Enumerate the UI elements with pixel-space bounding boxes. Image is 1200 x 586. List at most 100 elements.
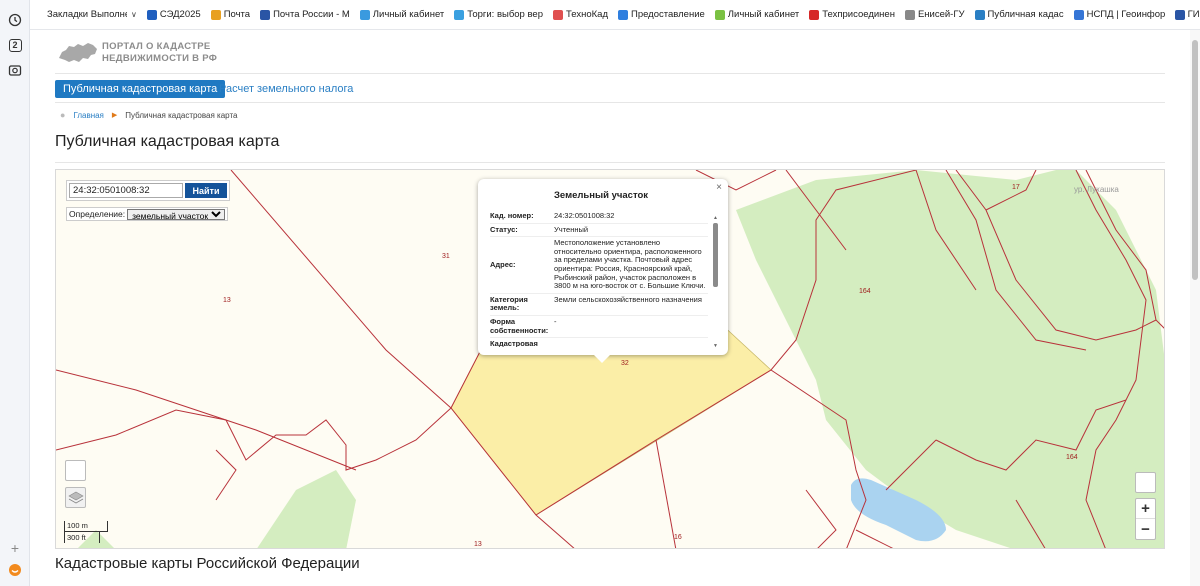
define-select[interactable]: земельный участок (127, 208, 226, 220)
bookmark-favicon-icon (809, 9, 820, 20)
zoom-out-button[interactable]: − (1136, 519, 1155, 539)
parcel-info-popup: Земельный участок × Кад. номер: 24:32:050… (478, 179, 728, 363)
parcel-label: 164 (1066, 454, 1078, 461)
bookmark-item[interactable]: СЭД2025 (142, 0, 206, 29)
bookmark-item[interactable]: Личный кабинет (355, 0, 449, 29)
bookmark-favicon-icon (618, 9, 628, 20)
bookmark-label: НСПД | Геоинфор (1086, 9, 1165, 20)
chevron-down-icon: ∨ (131, 10, 137, 19)
tabs-count-icon[interactable]: 2 (7, 37, 23, 53)
bookmark-item[interactable]: Торги: выбор вер (449, 0, 548, 29)
bookmark-label: Енисей-ГУ (917, 9, 965, 20)
popup-row-value: - (554, 316, 557, 326)
bookmark-favicon-icon (260, 9, 271, 20)
bookmark-label: Техприсоединен (822, 9, 895, 20)
forest-area (736, 170, 1164, 548)
bookmark-item[interactable]: Закладки Выполнен ∨ (42, 0, 142, 29)
parcel-label: 164 (859, 288, 871, 295)
bookmark-item[interactable]: ТехноКад (548, 0, 613, 29)
bookmark-item[interactable]: Почта (206, 0, 255, 29)
bookmark-item[interactable]: Предоставление (613, 0, 710, 29)
breadcrumb-arrow-icon: ▶ (111, 112, 118, 119)
popup-row-key: Кад. номер: (490, 211, 534, 220)
bookmark-item[interactable]: НСПД | Геоинфор (1069, 0, 1170, 29)
divider (55, 73, 1165, 74)
bookmark-label: Закладки Выполнен (47, 9, 127, 20)
screenshot-icon[interactable] (7, 62, 23, 78)
scroll-down-icon[interactable]: ▼ (713, 343, 718, 349)
profile-icon[interactable] (7, 562, 23, 578)
map-tool-button[interactable] (1135, 472, 1156, 493)
parcel-label: 13 (223, 297, 231, 304)
bookmark-item[interactable]: Почта России - М (255, 0, 355, 29)
breadcrumb: ● Главная ▶ Публичная кадастровая карта (60, 110, 237, 120)
popup-row: Форма собственности: - (490, 316, 708, 339)
bookmark-label: ГИСОГД Красноя (1187, 9, 1200, 20)
popup-row: Кад. номер: 24:32:0501008:32 (490, 210, 708, 224)
parcel-label: 17 (1012, 184, 1020, 191)
tab-cadastral-map[interactable]: Публичная кадастровая карта (55, 80, 226, 98)
popup-row-key: Кадастровая (490, 339, 538, 347)
popup-body: Кад. номер: 24:32:0501008:32 Статус: Учтенн… (490, 210, 708, 347)
location-pin-icon: ● (60, 110, 66, 120)
divider (55, 102, 1165, 103)
popup-scrollbar[interactable]: ▲ ▼ (713, 215, 718, 349)
forest-area (257, 470, 356, 548)
street-label: ур. Лукашка (1074, 185, 1119, 194)
bookmark-label: Почта России - М (273, 9, 350, 20)
bookmark-label: Торги: выбор вер (467, 9, 543, 20)
popup-row-value (554, 338, 708, 347)
popup-row: Статус: Учтенный (490, 224, 708, 238)
popup-row: Кадастровая (490, 338, 708, 347)
scrollbar-thumb[interactable] (1192, 40, 1198, 280)
parcel-label: 13 (474, 541, 482, 548)
bookmark-favicon-icon (553, 9, 563, 20)
tab-land-tax[interactable]: Расчет земельного налога (219, 80, 353, 98)
bookmark-favicon-icon (1174, 9, 1185, 20)
bookmark-favicon-icon (359, 9, 370, 20)
cadastral-search-input[interactable] (69, 183, 183, 198)
layers-button[interactable] (65, 487, 86, 508)
bookmark-favicon-icon (714, 9, 725, 20)
popup-row-value: Местоположение установлено относительно … (554, 238, 706, 291)
zoom-in-button[interactable]: + (1136, 499, 1155, 519)
parcel-label: 31 (442, 253, 450, 260)
add-panel-icon[interactable]: + (7, 540, 23, 556)
bookmark-item[interactable]: Личный кабинет (710, 0, 804, 29)
breadcrumb-home-link[interactable]: Главная (73, 111, 103, 120)
popup-row-value: 24:32:0501008:32 (554, 211, 615, 220)
popup-title: Земельный участок (553, 190, 649, 201)
popup-row-key: Адрес: (490, 259, 516, 269)
cadastral-map[interactable]: 31 13 17 164 164 32 13 16 ур. Лукашка На… (55, 169, 1165, 549)
define-panel: Определение: земельный участок (66, 207, 229, 221)
close-icon[interactable]: × (716, 182, 722, 193)
popup-row-key: Категория земель: (490, 294, 528, 313)
bookmark-item[interactable]: Техприсоединен (804, 0, 900, 29)
bookmark-label: Личный кабинет (372, 9, 445, 20)
bookmark-favicon-icon (1073, 9, 1084, 20)
fullscreen-button[interactable] (65, 460, 86, 481)
popup-row-key: Статус: (490, 224, 518, 234)
scroll-up-icon[interactable]: ▲ (713, 215, 718, 221)
bookmark-label: СЭД2025 (159, 9, 201, 20)
scale-feet: 300 ft (64, 532, 100, 543)
site-logo[interactable]: ПОРТАЛ О КАДАСТРЕ НЕДВИЖИМОСТИ В РФ (57, 40, 217, 66)
history-icon[interactable] (7, 12, 23, 28)
bookmark-item[interactable]: Енисей-ГУ (900, 0, 970, 29)
bookmark-item[interactable]: Публичная кадас (970, 0, 1069, 29)
browser-side-rail: 2 + (0, 0, 30, 586)
popup-row-value: Земли сельскохозяйственного назначения (554, 294, 702, 304)
search-button[interactable]: Найти (185, 183, 227, 198)
page: ПОРТАЛ О КАДАСТРЕ НЕДВИЖИМОСТИ В РФ Публ… (30, 30, 1190, 586)
bookmark-favicon-icon (974, 9, 985, 20)
define-label: Определение: (69, 209, 126, 219)
page-scrollbar[interactable] (1190, 30, 1200, 586)
zoom-control: + − (1135, 498, 1156, 540)
bookmark-label: Публичная кадас (987, 9, 1064, 20)
bookmark-item[interactable]: ГИСОГД Красноя (1170, 0, 1200, 29)
bookmark-label: Личный кабинет (727, 9, 800, 20)
popup-row-value: Учтенный (554, 224, 589, 234)
popup-scroll-thumb[interactable] (713, 223, 718, 287)
russia-map-icon (59, 43, 97, 62)
bookmark-label: Почта (223, 9, 251, 20)
